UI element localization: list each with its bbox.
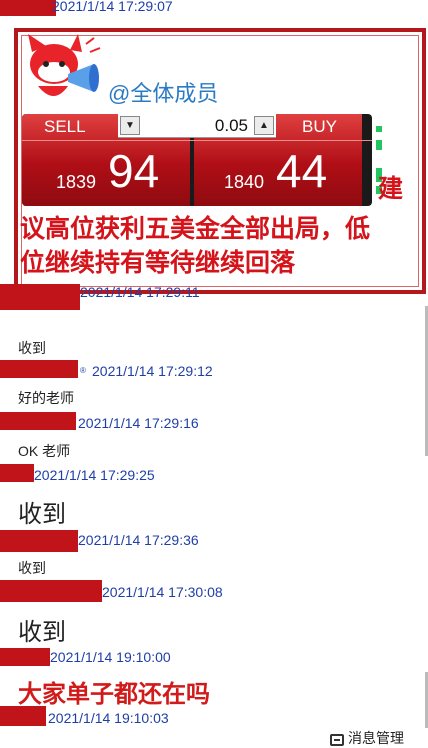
redacted-sender — [0, 284, 80, 310]
mention-all-members[interactable]: @全体成员 — [108, 76, 218, 108]
message-text: 收到 — [18, 340, 46, 356]
buy-price-small: 1840 — [224, 172, 265, 192]
message-text: OK 老师 — [18, 443, 71, 459]
redacted-sender — [0, 648, 50, 666]
message-timestamp: 2021/1/14 19:10:00 — [50, 649, 171, 665]
message-timestamp: 2021/1/14 17:29:36 — [78, 532, 199, 548]
message-timestamp: 2021/1/14 17:29:07 — [52, 0, 173, 14]
announcement-text-1: 建 — [378, 175, 404, 203]
sell-price-large: 94 — [108, 145, 160, 197]
message-text: 收到 — [18, 501, 66, 528]
message-text: 收到 — [18, 619, 66, 646]
message-manage-icon — [330, 734, 344, 746]
message-timestamp: 2021/1/14 17:30:08 — [102, 584, 223, 600]
redacted-sender — [0, 464, 34, 482]
redacted-sender — [0, 0, 56, 16]
announcement-image[interactable]: @全体成员 SELL 1839 94 BUY 1840 44 ▼ 0.05 ▲ … — [14, 28, 426, 294]
sell-price-small: 1839 — [56, 172, 97, 192]
message-text: 好的老师 — [18, 390, 74, 406]
message-timestamp: 2021/1/14 17:29:16 — [78, 415, 199, 431]
buy-price-large: 44 — [276, 145, 328, 197]
message-timestamp: 2021/1/14 19:10:03 — [48, 710, 169, 726]
message-text: 大家单子都还在吗 — [18, 681, 210, 708]
redacted-sender — [0, 530, 78, 552]
lot-size-field[interactable]: ▼ 0.05 ▲ — [118, 114, 276, 138]
lot-increase-button[interactable]: ▲ — [254, 116, 274, 135]
lot-decrease-button[interactable]: ▼ — [120, 116, 140, 135]
redacted-sender — [0, 412, 76, 430]
announcement-text-2: 议高位获利五美金全部出局，低 — [20, 215, 371, 243]
lot-size-value: 0.05 — [214, 116, 248, 135]
sender-badge-icon: ® — [80, 366, 86, 375]
announcement-text-3: 位继续持有等待继续回落 — [20, 249, 296, 277]
message-management-button[interactable]: 消息管理 — [330, 728, 404, 748]
fox-megaphone-avatar — [28, 34, 101, 96]
redacted-sender — [0, 706, 46, 726]
message-timestamp: 2021/1/14 17:29:25 — [34, 467, 155, 483]
divider — [22, 140, 372, 141]
redacted-sender — [0, 580, 102, 602]
redacted-sender — [0, 360, 78, 378]
message-timestamp: 2021/1/14 17:29:11 — [80, 284, 200, 300]
sell-label: SELL — [44, 117, 86, 136]
one-click-trade-widget: SELL 1839 94 BUY 1840 44 ▼ 0.05 ▲ — [22, 114, 372, 206]
message-text: 收到 — [18, 560, 46, 576]
message-timestamp: 2021/1/14 17:29:12 — [92, 363, 213, 379]
buy-label: BUY — [302, 117, 337, 136]
